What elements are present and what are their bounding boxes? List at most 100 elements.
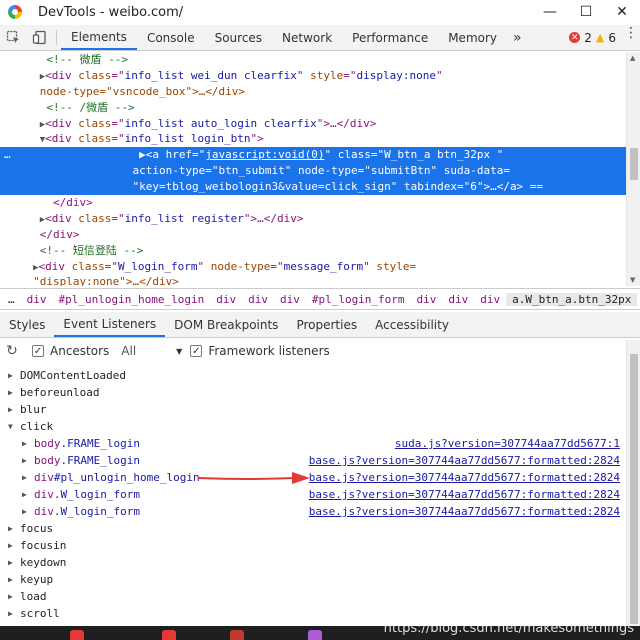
tab-accessibility[interactable]: Accessibility <box>366 312 458 337</box>
elements-scrollbar[interactable]: ▲ ▼ <box>626 52 640 286</box>
listener-item[interactable]: ▶ div#pl_unlogin_home_login base.js?versio… <box>0 469 626 486</box>
breadcrumb-current[interactable]: a.W_btn_a.btn_32px <box>506 292 638 306</box>
expand-arrow-icon[interactable]: ▶ <box>8 558 18 567</box>
tab-network[interactable]: Network <box>272 25 342 50</box>
listener-event-keyup[interactable]: ▶ keyup <box>0 571 626 588</box>
more-tabs-button[interactable]: » <box>507 25 528 50</box>
minimize-button[interactable]: — <box>532 0 568 24</box>
expand-arrow-icon[interactable]: ▶ <box>8 609 18 618</box>
listener-event-focus[interactable]: ▶ focus <box>0 520 626 537</box>
scroll-up-arrow-icon[interactable]: ▲ <box>630 54 635 62</box>
inspect-element-icon[interactable] <box>0 25 26 50</box>
tree-node[interactable]: <!-- 微盾 --> <box>0 52 626 68</box>
selected-tree-node-cont[interactable]: "key=tblog_weibologin3&value=click_sign"… <box>0 179 626 196</box>
expand-arrow-icon[interactable]: ▶ <box>8 541 18 550</box>
breadcrumb-item[interactable]: div <box>21 293 53 306</box>
ancestors-checkbox[interactable]: ✓ <box>32 345 44 357</box>
breadcrumb-item[interactable]: div <box>474 293 506 306</box>
listener-item[interactable]: ▶ div.W_login_form base.js?version=307744a… <box>0 503 626 520</box>
tab-properties[interactable]: Properties <box>287 312 366 337</box>
taskbar-app-icon[interactable] <box>230 630 244 640</box>
tree-node[interactable]: <!-- 短信登陆 --> <box>0 243 626 259</box>
taskbar-app-icon[interactable] <box>308 630 322 640</box>
expand-arrow-icon[interactable]: ▶ <box>8 371 18 380</box>
collapse-arrow-icon[interactable]: ▼ <box>8 422 18 431</box>
expand-arrow-icon[interactable]: ▶ <box>22 456 32 465</box>
listener-event-click[interactable]: ▼ click <box>0 418 626 435</box>
listener-event-load[interactable]: ▶ load <box>0 588 626 605</box>
expand-arrow-icon[interactable]: ▶ <box>8 388 18 397</box>
close-button[interactable]: ✕ <box>604 0 640 24</box>
href-link[interactable]: javascript:void(0) <box>205 148 324 161</box>
listener-source-link[interactable]: base.js?version=307744aa77dd5677:formatt… <box>309 505 620 518</box>
listener-event-focusin[interactable]: ▶ focusin <box>0 537 626 554</box>
tab-styles[interactable]: Styles <box>0 312 54 337</box>
breadcrumb-item[interactable]: #pl_unlogin_home_login <box>53 293 211 306</box>
refresh-icon[interactable]: ↻ <box>0 343 24 359</box>
listener-item[interactable]: ▶ div.W_login_form base.js?version=307744a… <box>0 486 626 503</box>
tree-node[interactable]: <!-- /微盾 --> <box>0 100 626 116</box>
breadcrumb-item[interactable]: div <box>442 293 474 306</box>
tree-node[interactable]: ▶<div class="info_list wei_dun clearfix"… <box>0 68 626 84</box>
scroll-down-arrow-icon[interactable]: ▼ <box>630 276 635 284</box>
framework-listeners-checkbox[interactable]: ✓ <box>190 345 203 357</box>
tab-sources[interactable]: Sources <box>205 25 272 50</box>
tree-node[interactable]: </div> <box>0 227 626 243</box>
breadcrumb-item[interactable]: div <box>274 293 306 306</box>
tree-node[interactable]: ▶<div class="info_list auto_login clearf… <box>0 116 626 132</box>
listener-event-beforeunload[interactable]: ▶ beforeunload <box>0 384 626 401</box>
tab-performance[interactable]: Performance <box>342 25 438 50</box>
taskbar-app-icon[interactable] <box>70 630 84 640</box>
breadcrumb-item[interactable]: div <box>411 293 443 306</box>
breadcrumb-item[interactable]: div <box>242 293 274 306</box>
tab-dom-breakpoints[interactable]: DOM Breakpoints <box>165 312 287 337</box>
tree-node[interactable]: ▶<div class="info_list register">…</div> <box>0 211 626 227</box>
listener-event-domcontentloaded[interactable]: ▶ DOMContentLoaded <box>0 367 626 384</box>
listener-type-select[interactable]: All <box>121 344 136 358</box>
tree-node[interactable]: ▼<div class="info_list login_btn"> <box>0 131 626 147</box>
expand-arrow-icon[interactable]: ▶ <box>22 507 32 516</box>
listener-event-blur[interactable]: ▶ blur <box>0 401 626 418</box>
tab-console[interactable]: Console <box>137 25 205 50</box>
issue-counters[interactable]: ✕ 2 ▲ 6 <box>569 25 622 50</box>
listener-event-keydown[interactable]: ▶ keydown <box>0 554 626 571</box>
breadcrumb-item[interactable]: div <box>210 293 242 306</box>
tab-elements[interactable]: Elements <box>61 25 137 50</box>
node-actions-icon[interactable]: … <box>4 147 11 163</box>
expand-arrow-icon[interactable]: ▶ <box>22 439 32 448</box>
tab-memory[interactable]: Memory <box>438 25 507 50</box>
tree-node-cont[interactable]: node-type="vsncode_box">…</div> <box>0 84 626 100</box>
listener-event-scroll[interactable]: ▶ scroll <box>0 605 626 622</box>
elements-tree[interactable]: <!-- 微盾 --> ▶<div class="info_list wei_d… <box>0 52 626 286</box>
maximize-button[interactable]: ☐ <box>568 0 604 24</box>
scroll-thumb[interactable] <box>630 354 638 624</box>
selected-tree-node[interactable]: … ▶<a href="javascript:void(0)" class="W… <box>0 147 626 164</box>
listener-source-link[interactable]: base.js?version=307744aa77dd5677:formatt… <box>309 488 620 501</box>
listeners-scrollbar[interactable] <box>626 340 640 640</box>
breadcrumb-item[interactable]: #pl_login_form <box>306 293 411 306</box>
expand-arrow-icon[interactable]: ▶ <box>8 524 18 533</box>
selected-tree-node-cont[interactable]: action-type="btn_submit" node-type="subm… <box>0 163 626 180</box>
listener-item[interactable]: ▶ body.FRAME_login suda.js?version=307744a… <box>0 435 626 452</box>
expand-arrow-icon[interactable]: ▶ <box>22 490 32 499</box>
device-toolbar-icon[interactable] <box>26 25 52 50</box>
expand-arrow-icon[interactable]: ▶ <box>8 405 18 414</box>
tab-event-listeners[interactable]: Event Listeners <box>54 312 166 337</box>
expand-arrow-icon[interactable]: ▶ <box>8 575 18 584</box>
tree-node[interactable]: ▶<div class="W_login_form" node-type="me… <box>0 259 626 275</box>
listener-source-link[interactable]: base.js?version=307744aa77dd5677:formatt… <box>309 471 620 484</box>
expand-arrow-icon[interactable]: ▶ <box>8 592 18 601</box>
scroll-thumb[interactable] <box>630 148 638 180</box>
listener-source-link[interactable]: suda.js?version=307744aa77dd5677:1 <box>395 437 620 450</box>
customize-menu-button[interactable]: ⋮ <box>622 25 640 50</box>
tree-node-cont[interactable]: "display:none">…</div> <box>0 274 626 286</box>
breadcrumb-overflow[interactable]: … <box>0 293 21 306</box>
expand-arrow-icon[interactable]: ▶ <box>22 473 32 482</box>
chevron-down-icon[interactable]: ▼ <box>176 347 182 356</box>
tree-node[interactable]: </div> <box>0 195 626 211</box>
taskbar-app-icon[interactable] <box>162 630 176 640</box>
listener-source-link[interactable]: base.js?version=307744aa77dd5677:formatt… <box>309 454 620 467</box>
listener-item[interactable]: ▶ body.FRAME_login base.js?version=307744a… <box>0 452 626 469</box>
listener-target: div#pl_unlogin_home_login <box>34 471 200 484</box>
